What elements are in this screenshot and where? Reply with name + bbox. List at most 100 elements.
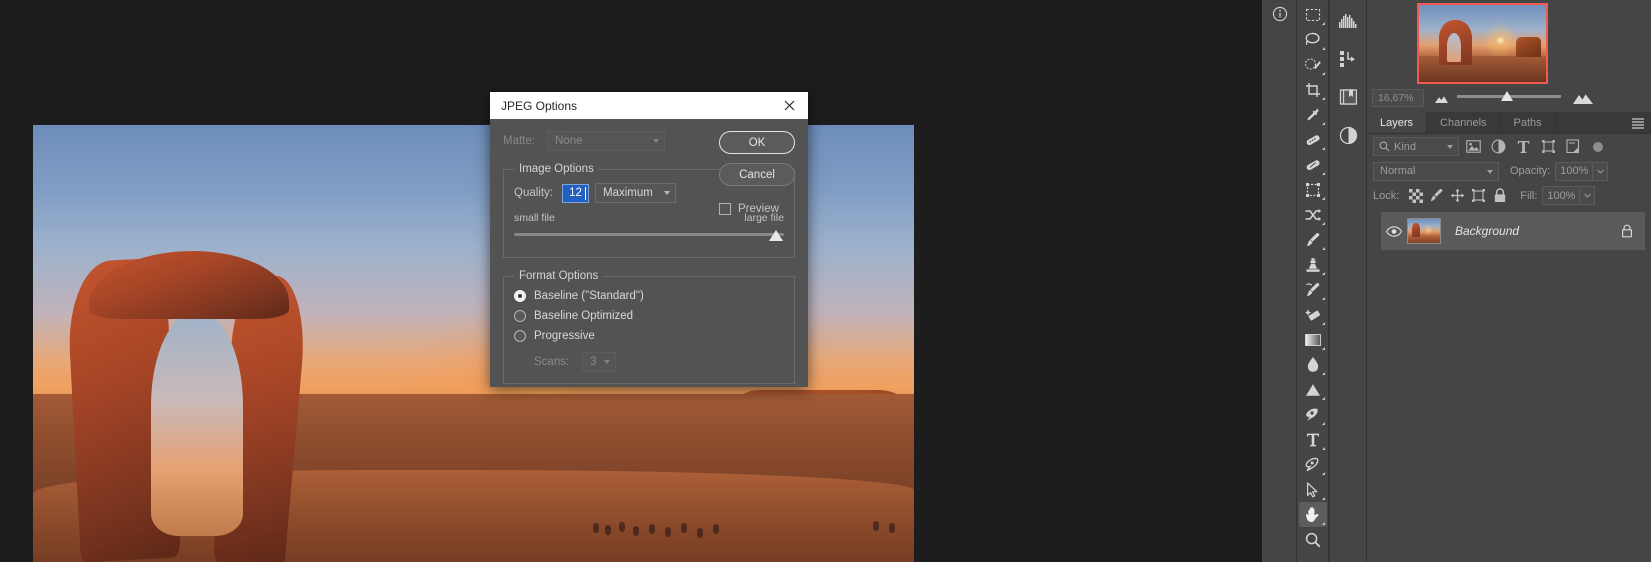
frame-tool[interactable] xyxy=(1299,177,1327,202)
tool-expand-corner-icon xyxy=(1321,297,1325,300)
lasso-tool[interactable] xyxy=(1299,27,1327,52)
histogram-panel-icon[interactable] xyxy=(1333,6,1363,36)
filter-enable-toggle[interactable] xyxy=(1593,141,1603,152)
quality-input[interactable]: 12 xyxy=(562,183,589,203)
opacity-stepper[interactable] xyxy=(1593,161,1609,181)
history-brush-tool[interactable] xyxy=(1299,277,1327,302)
quick-selection-tool[interactable] xyxy=(1299,52,1327,77)
ok-button[interactable]: OK xyxy=(719,131,795,154)
slider-thumb[interactable] xyxy=(769,230,783,241)
opacity-value-field[interactable]: 100% xyxy=(1555,161,1594,181)
preview-checkbox[interactable] xyxy=(719,203,731,215)
crowd-figure xyxy=(697,528,703,538)
info-circle-icon[interactable] xyxy=(1264,0,1295,27)
blend-mode-select[interactable]: Normal xyxy=(1373,161,1499,181)
table-row[interactable]: Background xyxy=(1381,212,1645,250)
panel-icon-column[interactable] xyxy=(1330,0,1367,562)
tab-paths[interactable]: Paths xyxy=(1501,112,1556,133)
filter-pixel-icon[interactable] xyxy=(1462,137,1484,157)
crop-tool[interactable] xyxy=(1299,77,1327,102)
matte-select[interactable]: None xyxy=(547,131,665,151)
lock-artboard-nesting-icon[interactable] xyxy=(1468,186,1489,206)
tab-layers[interactable]: Layers xyxy=(1367,112,1428,133)
direct-selection-tool[interactable] xyxy=(1299,477,1327,502)
lock-position-icon[interactable] xyxy=(1447,186,1468,206)
zoom-level-field[interactable]: 16,67% xyxy=(1372,89,1424,107)
type-tool[interactable] xyxy=(1299,427,1327,452)
cancel-button[interactable]: Cancel xyxy=(719,163,795,186)
blur-tool[interactable] xyxy=(1299,352,1327,377)
filter-kind-select[interactable]: Kind xyxy=(1373,137,1459,156)
preview-checkbox-row[interactable]: Preview xyxy=(719,203,795,215)
navigator-panel[interactable]: 16,67% xyxy=(1367,0,1651,112)
lock-transparent-pixels-icon[interactable] xyxy=(1405,186,1426,206)
adjustments-panel-icon[interactable] xyxy=(1333,120,1363,150)
quality-preset-select[interactable]: Maximum xyxy=(595,183,676,203)
chevron-down-icon xyxy=(653,139,659,143)
navigator-zoom-slider[interactable] xyxy=(1457,91,1561,105)
layer-thumbnail[interactable] xyxy=(1407,218,1441,244)
eraser-tool[interactable] xyxy=(1299,302,1327,327)
padlock-icon[interactable] xyxy=(1617,224,1637,238)
path-selection-tool[interactable] xyxy=(1299,452,1327,477)
libraries-panel-icon[interactable] xyxy=(1333,82,1363,112)
small-mountain-icon[interactable] xyxy=(1433,93,1450,104)
fill-value-field[interactable]: 100% xyxy=(1542,186,1581,205)
tools-palette[interactable] xyxy=(1297,0,1329,562)
radio-icon[interactable] xyxy=(514,290,526,302)
hand-tool[interactable] xyxy=(1298,502,1327,527)
filter-shape-icon[interactable] xyxy=(1537,137,1559,157)
list-item[interactable]: Background xyxy=(1455,224,1617,238)
navigator-thumbnail[interactable] xyxy=(1417,3,1548,84)
info-panel-strip xyxy=(1262,0,1297,562)
opacity-label: Opacity: xyxy=(1510,165,1551,177)
quality-slider-wrap: small file large file xyxy=(514,212,784,246)
pen-tool[interactable] xyxy=(1299,402,1327,427)
dialog-title: JPEG Options xyxy=(501,98,578,113)
dialog-titlebar[interactable]: JPEG Options xyxy=(490,92,808,119)
tool-expand-corner-icon xyxy=(1321,497,1325,500)
zoom-tool[interactable] xyxy=(1299,527,1327,552)
clone-stamp-tool[interactable] xyxy=(1299,252,1327,277)
tool-expand-corner-icon xyxy=(1321,222,1325,225)
layers-panel[interactable]: Layers Channels Paths Kind Normal Opacit… xyxy=(1367,112,1651,562)
patch-tool[interactable] xyxy=(1299,152,1327,177)
jpeg-options-dialog[interactable]: JPEG Options Matte: None Image Options Q… xyxy=(490,92,808,387)
format-option-baseline-optimized[interactable]: Baseline Optimized xyxy=(514,310,784,322)
radio-icon[interactable] xyxy=(514,330,526,342)
rectangular-marquee-tool[interactable] xyxy=(1299,2,1327,27)
actions-panel-icon[interactable] xyxy=(1333,44,1363,74)
close-icon[interactable] xyxy=(776,95,802,117)
scans-row: Scans: 3 xyxy=(514,352,784,372)
dodge-tool[interactable] xyxy=(1299,377,1327,402)
spot-healing-brush-tool[interactable] xyxy=(1299,127,1327,152)
navigator-zoom-thumb[interactable] xyxy=(1501,91,1513,101)
radio-icon[interactable] xyxy=(514,310,526,322)
crowd-figure xyxy=(633,526,639,536)
layer-list[interactable]: Background xyxy=(1367,208,1651,250)
hamburger-menu-icon[interactable] xyxy=(1625,112,1651,133)
brush-tool[interactable] xyxy=(1299,227,1327,252)
filter-smart-object-icon[interactable] xyxy=(1562,137,1584,157)
eye-icon[interactable] xyxy=(1381,225,1407,237)
shuffle-tool[interactable] xyxy=(1299,202,1327,227)
eyedropper-tool[interactable] xyxy=(1299,102,1327,127)
format-option-label: Progressive xyxy=(534,330,595,342)
lock-label: Lock: xyxy=(1373,189,1400,202)
layers-panel-tabs[interactable]: Layers Channels Paths xyxy=(1367,112,1651,134)
tool-expand-corner-icon xyxy=(1321,472,1325,475)
lock-image-pixels-icon[interactable] xyxy=(1426,186,1447,206)
crowd-figure xyxy=(873,521,879,531)
fill-stepper[interactable] xyxy=(1580,186,1596,205)
format-option-baseline-standard[interactable]: Baseline ("Standard") xyxy=(514,290,784,302)
filter-type-icon[interactable] xyxy=(1512,137,1534,157)
format-option-progressive[interactable]: Progressive xyxy=(514,330,784,342)
tab-channels[interactable]: Channels xyxy=(1427,112,1501,133)
gradient-tool[interactable] xyxy=(1299,327,1327,352)
canvas-area[interactable]: JPEG Options Matte: None Image Options Q… xyxy=(0,0,1262,562)
filter-adjustment-icon[interactable] xyxy=(1487,137,1509,157)
quality-slider[interactable] xyxy=(514,230,784,246)
scans-select[interactable]: 3 xyxy=(582,352,616,372)
large-mountain-icon[interactable] xyxy=(1572,92,1594,105)
lock-all-icon[interactable] xyxy=(1489,186,1510,206)
